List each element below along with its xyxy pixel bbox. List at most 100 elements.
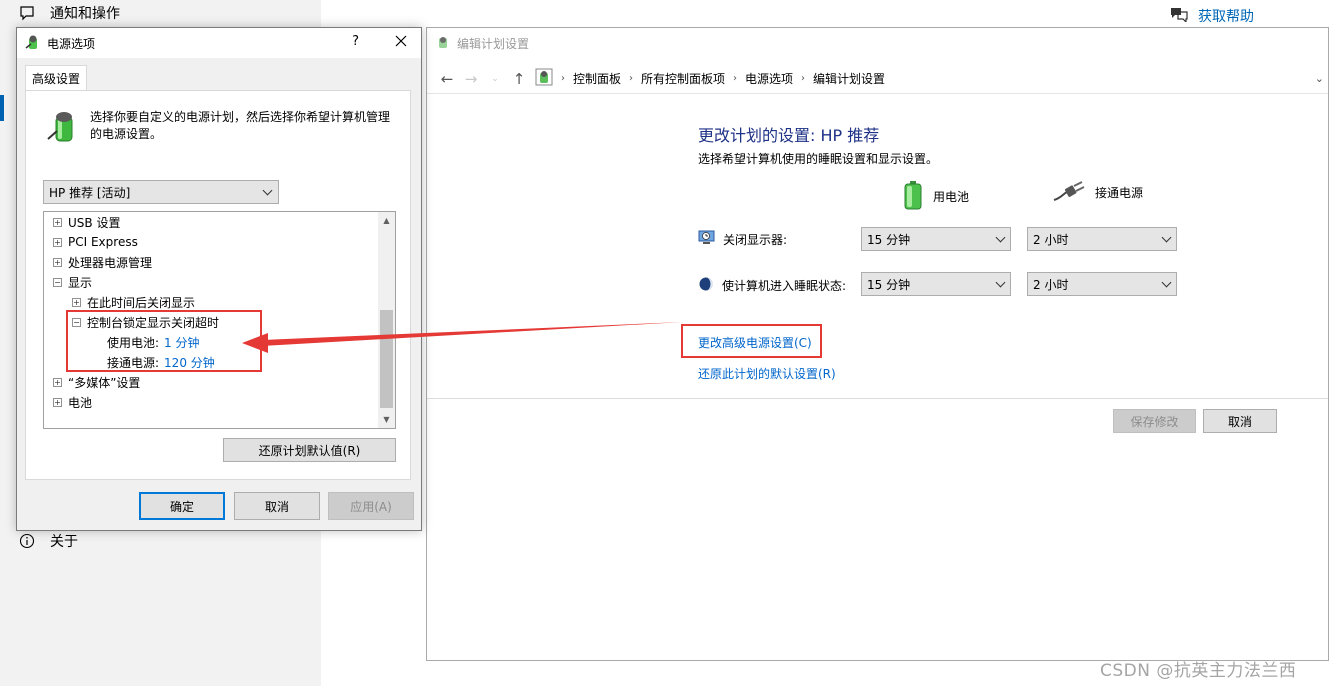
breadcrumb-separator-icon: › xyxy=(801,73,806,84)
plugged-column-header: 接通电源 xyxy=(1053,180,1143,205)
advanced-settings-panel: 选择你要自定义的电源计划，然后选择你希望计算机管理的电源设置。 HP 推荐 [活… xyxy=(25,90,411,480)
restore-defaults-link[interactable]: 还原此计划的默认设置(R) xyxy=(698,365,836,382)
tree-item[interactable]: + 在此时间后关闭显示 xyxy=(72,292,195,312)
power-plan-icon xyxy=(25,34,41,53)
expand-icon[interactable]: + xyxy=(53,397,62,407)
breadcrumb-item[interactable]: 控制面板 xyxy=(573,70,621,87)
settings-item-notifications[interactable]: 通知和操作 xyxy=(18,3,120,23)
recent-chevron-icon[interactable]: ⌄ xyxy=(483,74,507,84)
close-icon[interactable] xyxy=(395,32,407,51)
back-arrow-icon[interactable]: ← xyxy=(435,70,459,88)
selected-indicator xyxy=(0,95,4,121)
power-options-dialog: 电源选项 ? 高级设置 选择你要自定义的电源计划，然后选择你希望计算机管理的电源… xyxy=(16,27,422,531)
expand-icon[interactable]: + xyxy=(72,297,81,307)
expand-icon[interactable]: + xyxy=(53,237,62,247)
select-value: HP 推荐 [活动] xyxy=(49,185,131,200)
settings-item-label: 关于 xyxy=(50,534,78,550)
sleep-label: 使计算机进入睡眠状态: xyxy=(722,279,847,293)
tree-item-label: USB 设置 xyxy=(68,215,121,230)
annotation-highlight-box xyxy=(681,324,822,358)
select-value: 15 分钟 xyxy=(867,232,911,247)
display-off-row-label: 关闭显示器: xyxy=(698,230,787,248)
sleep-plugged-select[interactable]: 2 小时 xyxy=(1027,272,1177,296)
breadcrumb-item[interactable]: 编辑计划设置 xyxy=(813,70,885,87)
collapse-icon[interactable]: − xyxy=(53,277,62,287)
notification-icon xyxy=(18,4,36,22)
display-off-battery-select[interactable]: 15 分钟 xyxy=(861,227,1011,251)
select-value: 2 小时 xyxy=(1033,232,1069,247)
tree-item-label: 显示 xyxy=(68,275,93,290)
breadcrumb-separator-icon: › xyxy=(629,73,634,84)
control-panel-icon xyxy=(535,68,553,89)
sleep-battery-select[interactable]: 15 分钟 xyxy=(861,272,1011,296)
scroll-down-icon[interactable]: ▼ xyxy=(378,411,395,428)
edit-plan-window: 编辑计划设置 ← → ⌄ ↑ › 控制面板 › 所有控制面板项 › 电源选项 ›… xyxy=(426,27,1329,661)
chevron-down-icon xyxy=(1161,232,1172,243)
breadcrumb-separator-icon: › xyxy=(733,73,738,84)
breadcrumb-item[interactable]: 电源选项 xyxy=(745,70,793,87)
tree-item-label: 电池 xyxy=(68,395,93,410)
dialog-title: 电源选项 xyxy=(47,36,96,51)
power-plug-icon xyxy=(1053,180,1085,205)
breadcrumb-item[interactable]: 所有控制面板项 xyxy=(641,70,725,87)
help-icon[interactable]: ? xyxy=(352,34,359,49)
page-title: 更改计划的设置: HP 推荐 xyxy=(698,126,880,145)
annotation-highlight-box xyxy=(66,310,262,372)
tree-item[interactable]: + 处理器电源管理 xyxy=(53,252,152,272)
tree-item[interactable]: + “多媒体”设置 xyxy=(53,372,140,392)
address-dropdown-icon[interactable]: ⌄ xyxy=(1315,72,1324,85)
expand-icon[interactable]: + xyxy=(53,377,62,387)
edit-window-title: 编辑计划设置 xyxy=(457,36,530,51)
battery-column-label: 用电池 xyxy=(933,190,970,204)
divider xyxy=(427,398,1328,399)
breadcrumb: › 控制面板 › 所有控制面板项 › 电源选项 › 编辑计划设置 xyxy=(561,70,885,87)
chevron-down-icon xyxy=(262,185,273,196)
select-value: 15 分钟 xyxy=(867,277,911,292)
tab-advanced-settings[interactable]: 高级设置 xyxy=(25,65,87,91)
expand-icon[interactable]: + xyxy=(53,217,62,227)
tree-item[interactable]: + PCI Express xyxy=(53,232,138,252)
page-subtitle: 选择希望计算机使用的睡眠设置和显示设置。 xyxy=(698,152,939,166)
edit-window-titlebar: 编辑计划设置 xyxy=(427,28,1328,58)
plugged-column-label: 接通电源 xyxy=(1095,186,1144,200)
settings-item-about[interactable]: 关于 xyxy=(18,531,78,551)
battery-column-header: 用电池 xyxy=(903,180,969,213)
up-arrow-icon[interactable]: ↑ xyxy=(507,70,531,88)
tree-item-label: “多媒体”设置 xyxy=(68,375,141,390)
breadcrumb-separator-icon: › xyxy=(561,73,565,84)
scroll-up-icon[interactable]: ▲ xyxy=(378,212,395,229)
tree-item[interactable]: − 显示 xyxy=(53,272,92,292)
cancel-button[interactable]: 取消 xyxy=(1203,409,1277,433)
tree-item[interactable]: + USB 设置 xyxy=(53,212,120,232)
power-plan-select[interactable]: HP 推荐 [活动] xyxy=(43,180,279,204)
chevron-down-icon xyxy=(995,232,1006,243)
chat-help-icon xyxy=(1170,6,1188,26)
expand-icon[interactable]: + xyxy=(53,257,62,267)
chevron-down-icon xyxy=(1161,277,1172,288)
select-value: 2 小时 xyxy=(1033,277,1069,292)
moon-icon xyxy=(698,276,714,295)
forward-arrow-icon[interactable]: → xyxy=(459,70,483,88)
cancel-button[interactable]: 取消 xyxy=(234,492,320,520)
power-plan-icon xyxy=(435,34,451,53)
tree-item[interactable]: + 电池 xyxy=(53,392,92,412)
tree-item-label: 处理器电源管理 xyxy=(68,255,153,270)
scroll-thumb[interactable] xyxy=(380,310,393,408)
battery-icon xyxy=(903,180,923,213)
display-off-label: 关闭显示器: xyxy=(723,232,788,247)
ok-button[interactable]: 确定 xyxy=(139,492,225,520)
apply-button[interactable]: 应用(A) xyxy=(328,492,414,520)
get-help-link[interactable]: 获取帮助 xyxy=(1170,6,1254,26)
chevron-down-icon xyxy=(995,277,1006,288)
address-bar: ← → ⌄ ↑ › 控制面板 › 所有控制面板项 › 电源选项 › 编辑计划设置… xyxy=(427,64,1328,94)
power-battery-icon xyxy=(46,109,80,146)
display-off-plugged-select[interactable]: 2 小时 xyxy=(1027,227,1177,251)
panel-description: 选择你要自定义的电源计划，然后选择你希望计算机管理的电源设置。 xyxy=(90,110,391,141)
restore-plan-defaults-button[interactable]: 还原计划默认值(R) xyxy=(223,438,396,462)
info-icon xyxy=(18,532,36,550)
vertical-scrollbar[interactable]: ▲ ▼ xyxy=(378,212,395,428)
sleep-row-label: 使计算机进入睡眠状态: xyxy=(698,276,846,295)
tree-item-label: PCI Express xyxy=(68,235,138,249)
save-changes-button[interactable]: 保存修改 xyxy=(1113,409,1196,433)
tree-item-label: 在此时间后关闭显示 xyxy=(87,295,196,310)
